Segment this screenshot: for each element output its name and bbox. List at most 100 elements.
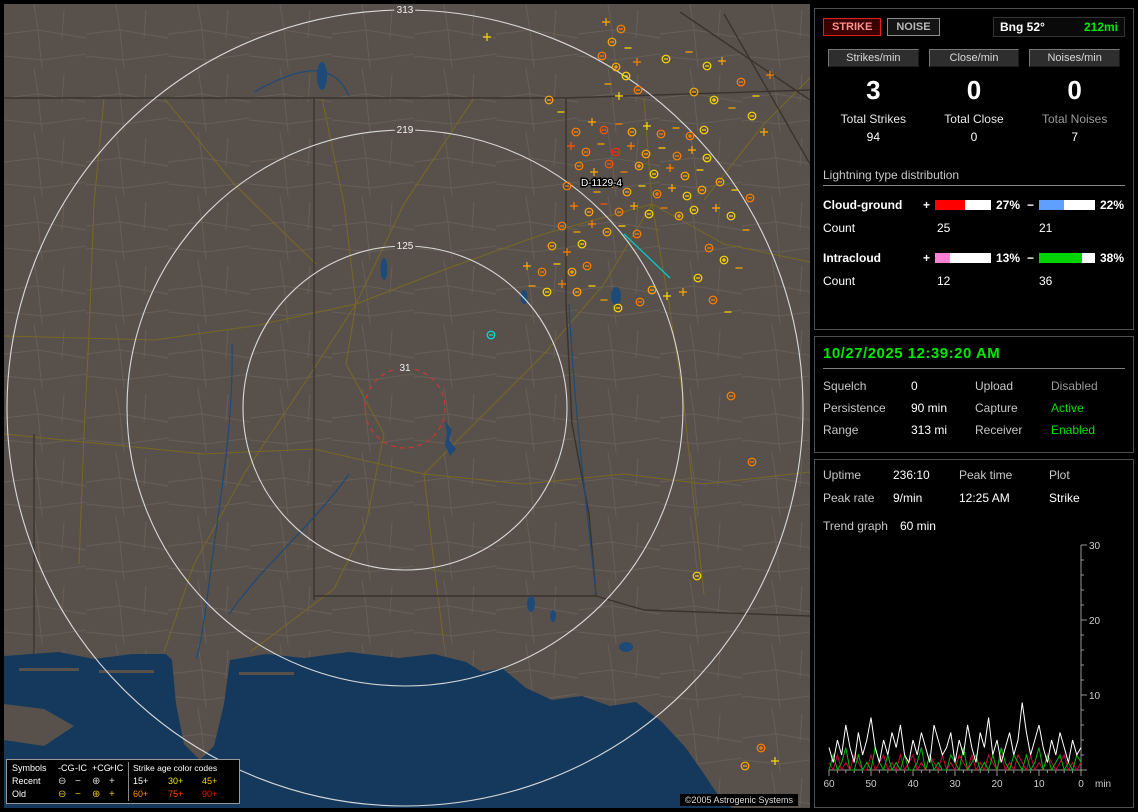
trend-x-tick: 60 xyxy=(823,779,835,790)
cg-plus-count: 25 xyxy=(937,221,951,235)
squelch-label: Squelch xyxy=(823,379,867,393)
range-value: 313 mi xyxy=(911,423,948,437)
pos-ic-old-icon: + xyxy=(109,789,115,800)
pos-ic-recent-icon: + xyxy=(109,776,115,787)
legend-row-recent-label: Recent xyxy=(12,776,41,786)
persistence-value: 90 min xyxy=(911,401,948,415)
copyright-notice: ©2005 Astrogenic Systems xyxy=(679,794,798,806)
noises-per-min-button[interactable]: Noises/min xyxy=(1029,49,1120,67)
legend-col-pos-cg: +CG xyxy=(92,763,111,773)
trend-y-tick: 20 xyxy=(1089,616,1101,627)
total-close-label: Total Close xyxy=(944,112,1004,126)
age-75: 75+ xyxy=(168,789,184,799)
range-label: Range xyxy=(823,423,859,437)
trend-panel: Uptime 236:10 Peak time Plot Peak rate 9… xyxy=(814,459,1134,808)
pos-cg-recent-icon: ⊕ xyxy=(92,776,101,787)
age-90: 90+ xyxy=(202,789,218,799)
cg-minus-pct: 22% xyxy=(1100,198,1125,212)
trend-axes xyxy=(829,545,1082,771)
ic-minus-pct: 38% xyxy=(1100,251,1125,265)
capture-status: Active xyxy=(1051,401,1084,415)
cg-minus-bar xyxy=(1039,200,1095,210)
peak-time-value: 12:25 AM xyxy=(959,491,1010,505)
datetime-display: 10/27/2025 12:39:20 AM xyxy=(823,345,1125,369)
legend-col-pos-ic: +IC xyxy=(109,763,124,773)
age-30: 30+ xyxy=(168,776,184,786)
trend-x-tick: 40 xyxy=(907,779,919,790)
cg-plus-bar xyxy=(935,200,991,210)
strike-stats-panel: STRIKE NOISE Bng 52° 212mi Strikes/min C… xyxy=(814,8,1134,330)
trend-graph-label: Trend graph xyxy=(823,519,888,533)
ic-count-label: Count xyxy=(823,274,856,288)
ic-plus-pct: 13% xyxy=(996,251,1021,265)
plot-value: Strike xyxy=(1049,491,1080,505)
distance-value: 212mi xyxy=(1083,20,1118,34)
plot-label: Plot xyxy=(1049,468,1070,482)
neg-cg-recent-icon: ⊖ xyxy=(58,776,67,787)
cloud-ground-row: Cloud-ground + 27% − 22% xyxy=(823,198,1125,212)
trend-x-tick: 50 xyxy=(865,779,877,790)
persistence-label: Persistence xyxy=(823,401,886,415)
neg-cg-old-icon: ⊖ xyxy=(58,789,67,800)
capture-label: Capture xyxy=(975,401,1018,415)
legend-symbols-header: Symbols xyxy=(12,763,47,773)
intracloud-counts: Count 12 36 xyxy=(823,274,1125,288)
legend-col-neg-cg: -CG xyxy=(58,763,75,773)
bearing-value: Bng 52° xyxy=(1000,20,1045,34)
cg-plus-pct: 27% xyxy=(996,198,1021,212)
status-panel: 10/27/2025 12:39:20 AM Squelch 0 Upload … xyxy=(814,336,1134,453)
trend-x-tick: 0 xyxy=(1078,779,1084,790)
neg-ic-old-icon: − xyxy=(75,789,81,800)
strike-indicator[interactable]: STRIKE xyxy=(823,18,882,36)
bearing-display: Bng 52° 212mi xyxy=(993,17,1125,37)
ic-minus-bar xyxy=(1039,253,1095,263)
trend-series-strikes xyxy=(828,702,1082,764)
total-noises-value: 7 xyxy=(1071,130,1078,144)
cell-track-label: D-1129-4 xyxy=(581,178,622,189)
close-per-min-value: 0 xyxy=(966,75,982,105)
total-strikes-value: 94 xyxy=(866,130,880,144)
lightning-map[interactable]: 313 219 125 31 D-1129-4 Symbols -CG -IC +CG… xyxy=(4,4,810,808)
close-per-min-button[interactable]: Close/min xyxy=(928,49,1020,67)
cloud-ground-label: Cloud-ground xyxy=(823,198,903,212)
trend-y-tick: 10 xyxy=(1089,691,1101,702)
peak-rate-label: Peak rate xyxy=(823,491,875,505)
cg-minus-count: 21 xyxy=(1039,221,1053,235)
age-45: 45+ xyxy=(202,776,218,786)
upload-status: Disabled xyxy=(1051,379,1098,393)
plus-sign: + xyxy=(923,251,931,265)
map-labels: D-1129-4 xyxy=(580,177,624,191)
distribution-title: Lightning type distribution xyxy=(823,168,1125,186)
minus-sign: − xyxy=(1027,251,1035,265)
pos-cg-old-icon: ⊕ xyxy=(92,789,101,800)
peak-time-label: Peak time xyxy=(959,468,1013,482)
trend-duration-value: 60 min xyxy=(899,519,936,533)
trend-x-tick: 10 xyxy=(1033,779,1045,790)
ring-label: 125 xyxy=(397,241,414,252)
uptime-label: Uptime xyxy=(823,468,862,482)
ic-plus-count: 12 xyxy=(937,274,951,288)
strikes-per-min-button[interactable]: Strikes/min xyxy=(828,49,919,67)
uptime-value: 236:10 xyxy=(893,468,930,482)
trend-x-unit: min xyxy=(1095,779,1111,790)
cg-count-label: Count xyxy=(823,221,856,235)
ic-minus-count: 36 xyxy=(1039,274,1053,288)
trend-series-noises xyxy=(828,747,1082,772)
noises-per-min-value: 0 xyxy=(1067,75,1082,105)
upload-label: Upload xyxy=(975,379,1014,393)
trend-graph: 30 20 10 60 50 40 30 20 10 0 min xyxy=(823,541,1111,790)
neg-ic-recent-icon: − xyxy=(75,776,81,787)
trend-x-tick: 30 xyxy=(949,779,961,790)
peak-rate-value: 9/min xyxy=(893,491,923,505)
intracloud-row: Intracloud + 13% − 38% xyxy=(823,251,1125,265)
trend-x-tick: 20 xyxy=(991,779,1003,790)
receiver-status: Enabled xyxy=(1051,423,1096,437)
minus-sign: − xyxy=(1027,198,1035,212)
sidebar: STRIKE NOISE Bng 52° 212mi Strikes/min C… xyxy=(814,4,1134,808)
intracloud-label: Intracloud xyxy=(823,251,882,265)
noise-indicator[interactable]: NOISE xyxy=(887,18,940,36)
strikes-per-min-value: 3 xyxy=(866,75,881,105)
cloud-ground-counts: Count 25 21 xyxy=(823,221,1125,235)
total-noises-label: Total Noises xyxy=(1041,112,1108,126)
legend-age-header: Strike age color codes xyxy=(128,762,234,775)
